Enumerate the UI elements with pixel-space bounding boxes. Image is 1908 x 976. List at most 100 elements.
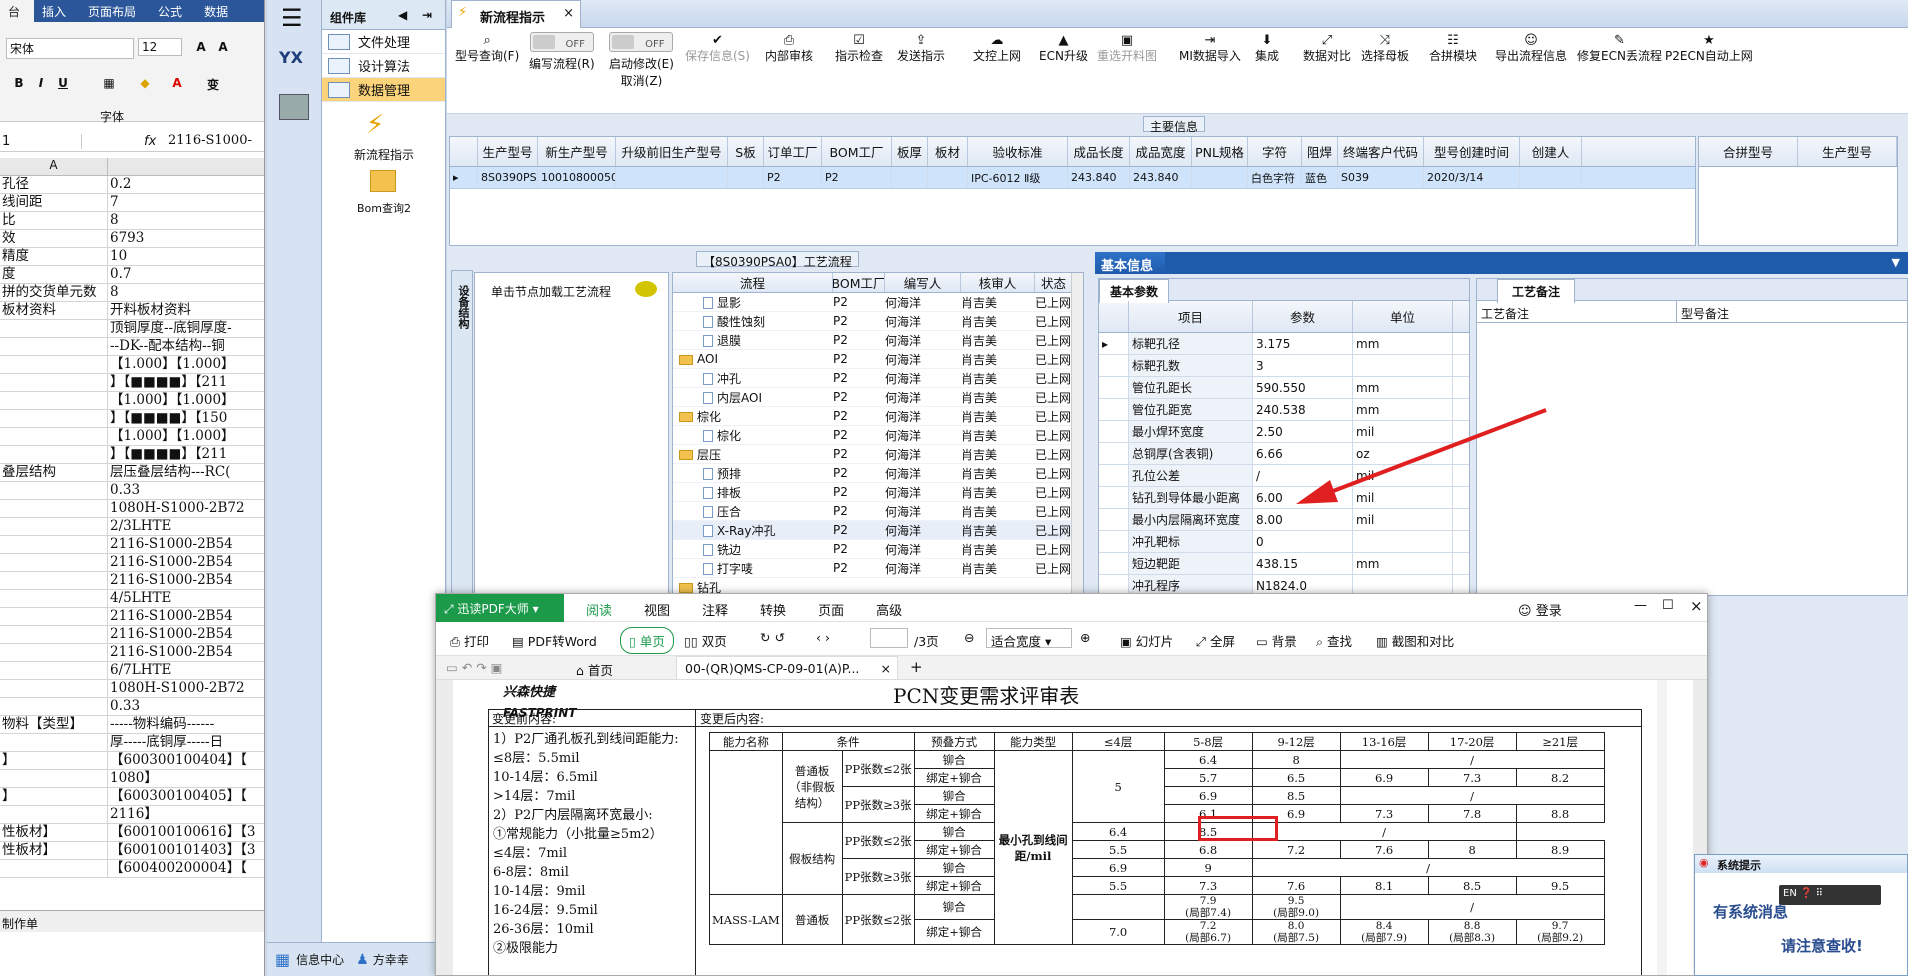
table-cell[interactable]: P2: [822, 167, 892, 188]
excel-tab[interactable]: 页面布局: [80, 0, 150, 22]
cell-a[interactable]: [0, 860, 108, 877]
cell-b[interactable]: 层压叠层结构---RC(: [108, 464, 264, 481]
pdf-menu-item[interactable]: 视图: [644, 600, 670, 619]
table-cell[interactable]: 白色字符: [1248, 167, 1302, 188]
cell-a[interactable]: 拼的交货单元数: [0, 284, 108, 301]
font-color-button[interactable]: A: [168, 76, 186, 90]
cell-a[interactable]: [0, 536, 108, 553]
menu-icon[interactable]: ☰: [281, 4, 303, 32]
cell-b[interactable]: 2116-S1000-2B54: [108, 554, 264, 571]
cell-b[interactable]: 0.33: [108, 482, 264, 499]
tree-node[interactable]: 打字唛 P2 何海洋 肖吉美 已上网: [673, 559, 1083, 578]
cell-b[interactable]: 6/7LHTE: [108, 662, 264, 679]
calculator-icon[interactable]: [279, 94, 309, 120]
tree-node[interactable]: 压合 P2 何海洋 肖吉美 已上网: [673, 502, 1083, 521]
param-cell[interactable]: 标靶孔数: [1129, 355, 1253, 376]
close-icon[interactable]: ×: [563, 6, 574, 21]
screenshot-compare-button[interactable]: ▥ 截图和对比: [1376, 631, 1454, 650]
cell-a[interactable]: [0, 644, 108, 661]
param-cell[interactable]: 438.15: [1253, 553, 1353, 574]
tree-node[interactable]: 显影 P2 何海洋 肖吉美 已上网: [673, 293, 1083, 312]
column-header[interactable]: 阻焊: [1302, 137, 1338, 166]
pdf-scrollbar[interactable]: [1657, 680, 1667, 975]
cell-b[interactable]: 厚-----底铜厚-----日: [108, 734, 264, 751]
rotate-icon[interactable]: ↻ ↺: [760, 630, 785, 645]
close-button[interactable]: ×: [1690, 597, 1703, 615]
column-header[interactable]: 生产型号: [1798, 137, 1897, 166]
cell-b[interactable]: 2116-S1000-2B54: [108, 536, 264, 553]
table-cell[interactable]: S039: [1338, 167, 1424, 188]
login-button[interactable]: ☺ 登录: [1518, 600, 1562, 619]
cell-a[interactable]: [0, 356, 108, 373]
file-tab[interactable]: 00-(QR)QMS-CP-09-01(A)P... ×: [676, 656, 898, 680]
cell-a[interactable]: [0, 698, 108, 715]
cell-a[interactable]: [0, 482, 108, 499]
param-cell[interactable]: 管位孔距长: [1129, 377, 1253, 398]
cell-a[interactable]: [0, 518, 108, 535]
background-button[interactable]: ▭ 背景: [1256, 631, 1297, 650]
table-cell[interactable]: [1520, 167, 1582, 188]
cell-b[interactable]: 开料板材资料: [108, 302, 264, 319]
language-indicator[interactable]: EN ❓ ⠿: [1779, 885, 1881, 905]
tree-node[interactable]: 退膜 P2 何海洋 肖吉美 已上网: [673, 331, 1083, 350]
dropdown-icon[interactable]: ▼: [1892, 256, 1900, 269]
cell-a[interactable]: [0, 338, 108, 355]
column-header[interactable]: 单位: [1353, 301, 1453, 332]
info-center-link[interactable]: 信息中心: [296, 951, 344, 968]
cell-a[interactable]: 】: [0, 752, 108, 769]
cell-a[interactable]: [0, 734, 108, 751]
column-header[interactable]: 型号创建时间: [1424, 137, 1520, 166]
column-header[interactable]: 流程: [673, 273, 833, 292]
single-page-button[interactable]: ▯ 单页: [620, 627, 674, 654]
column-header[interactable]: 新生产型号: [538, 137, 616, 166]
cell-a[interactable]: [0, 392, 108, 409]
toolbar-button-3[interactable]: ✔ 保存信息(S): [685, 32, 750, 65]
tree-node[interactable]: 棕化 P2 何海洋 肖吉美 已上网: [673, 407, 1083, 426]
column-header[interactable]: 板材: [928, 137, 968, 166]
cell-a[interactable]: [0, 662, 108, 679]
lightning-icon[interactable]: ⚡: [366, 110, 384, 140]
toolbar-button-0[interactable]: ⌕ 型号查询(F): [455, 32, 519, 65]
toggle-switch[interactable]: OFF: [529, 32, 594, 52]
param-cell[interactable]: 短边靶距: [1129, 553, 1253, 574]
launch-bom-query[interactable]: Bom查询2: [322, 200, 446, 216]
tree-node[interactable]: 冲孔 P2 何海洋 肖吉美 已上网: [673, 369, 1083, 388]
cell-a[interactable]: 性板材】: [0, 824, 108, 841]
cell-b[interactable]: 【1.000】【1.000】: [108, 356, 264, 373]
cell-a[interactable]: 孔径: [0, 176, 108, 193]
table-cell[interactable]: [616, 167, 728, 188]
table-cell[interactable]: [728, 167, 764, 188]
home-tab[interactable]: ⌂ 首页: [576, 660, 613, 679]
slideshow-button[interactable]: ▣ 幻灯片: [1120, 631, 1173, 650]
column-header[interactable]: 参数: [1253, 301, 1353, 332]
zoom-in-icon[interactable]: ⊕: [1080, 630, 1090, 645]
tree-node[interactable]: 铣边 P2 何海洋 肖吉美 已上网: [673, 540, 1083, 559]
param-cell[interactable]: 钻孔到导体最小距离: [1129, 487, 1253, 508]
table-row[interactable]: 冲孔靶标 0: [1099, 531, 1469, 553]
cell-b[interactable]: 4/5LHTE: [108, 590, 264, 607]
cell-a[interactable]: 精度: [0, 248, 108, 265]
cell-b[interactable]: 顶铜厚度--底铜厚度-: [108, 320, 264, 337]
column-header[interactable]: 编写人: [885, 273, 961, 292]
font-size-select[interactable]: 12: [138, 38, 182, 56]
cell-a[interactable]: [0, 572, 108, 589]
table-row[interactable]: 最小内层隔离环宽度 8.00 mil: [1099, 509, 1469, 531]
param-cell[interactable]: 最小内层隔离环宽度: [1129, 509, 1253, 530]
param-cell[interactable]: mm: [1353, 333, 1453, 354]
table-cell[interactable]: P2: [764, 167, 822, 188]
grow-font-button[interactable]: A: [192, 40, 210, 54]
column-header[interactable]: 终端客户代码: [1338, 137, 1424, 166]
toolbar-button-6[interactable]: ⇪ 发送指示: [897, 32, 945, 65]
toolbar-button-7[interactable]: ☁ 文控上网: [973, 32, 1021, 65]
nav-file-processing[interactable]: 文件处理: [322, 30, 445, 54]
cell-b[interactable]: 0.2: [108, 176, 264, 193]
toolbar-button-14[interactable]: ☷ 合拼模块: [1429, 32, 1477, 65]
excel-tab[interactable]: 公式: [150, 0, 196, 22]
cell-a[interactable]: [0, 500, 108, 517]
side-tab-equipment[interactable]: 设备结构: [451, 270, 473, 595]
cell-b[interactable]: 6793: [108, 230, 264, 247]
cell-b[interactable]: --DK--配本结构--铜: [108, 338, 264, 355]
cell-a[interactable]: [0, 608, 108, 625]
close-icon[interactable]: ×: [881, 661, 891, 676]
param-cell[interactable]: 冲孔靶标: [1129, 531, 1253, 552]
